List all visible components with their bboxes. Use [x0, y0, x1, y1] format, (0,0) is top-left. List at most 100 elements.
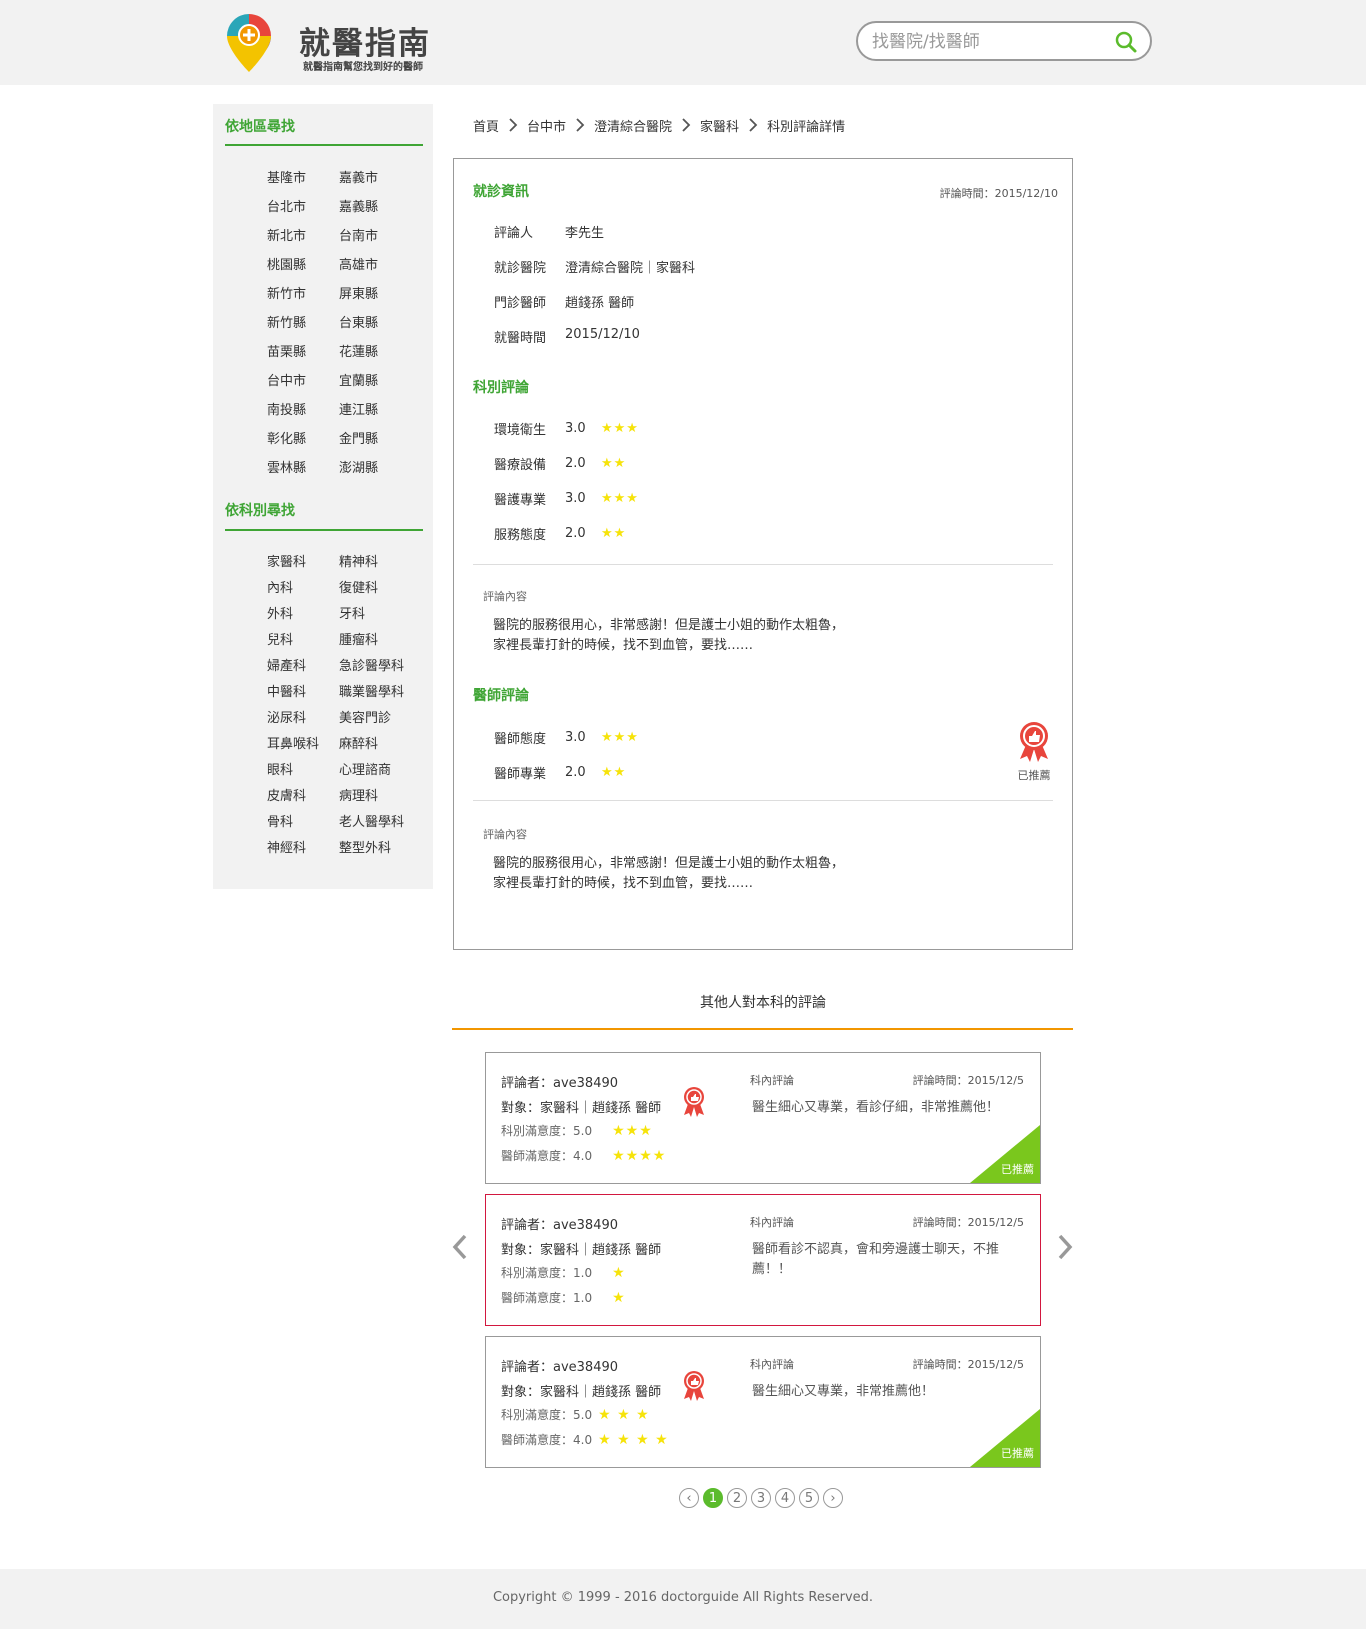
region-link[interactable]: 苗栗縣 — [267, 338, 339, 367]
region-link[interactable]: 彰化縣 — [267, 425, 339, 454]
chevron-right-icon — [672, 118, 700, 132]
review-card[interactable]: 評論者：ave38490 對象：家醫科｜趙錢孫 醫師 科別滿意度：5.0 ★ ★… — [485, 1336, 1041, 1468]
breadcrumb-item[interactable]: 首頁 — [473, 116, 499, 135]
dept-content-label: 評論內容 — [483, 590, 527, 603]
search-icon[interactable] — [1114, 30, 1138, 54]
card-review-text: 醫生細心又專業，看診仔細，非常推薦他！ — [752, 1100, 1000, 1115]
rating-label: 服務態度 — [494, 528, 547, 543]
page-number[interactable]: 1 — [703, 1488, 723, 1508]
card-reviewer: 評論者：ave38490 — [501, 1076, 619, 1091]
dept-link[interactable]: 病理科 — [339, 784, 429, 810]
map-pin-logo-icon[interactable] — [226, 14, 272, 74]
dept-link[interactable]: 職業醫學科 — [339, 680, 429, 706]
dept-link[interactable]: 婦產科 — [267, 654, 339, 680]
breadcrumb-item[interactable]: 台中市 — [527, 116, 566, 135]
dept-link[interactable]: 老人醫學科 — [339, 810, 429, 836]
dept-link[interactable]: 復健科 — [339, 576, 429, 602]
dept-link[interactable]: 整型外科 — [339, 836, 429, 862]
carousel-prev-arrow-icon[interactable] — [449, 1232, 471, 1262]
region-link[interactable]: 金門縣 — [339, 425, 429, 454]
dept-link[interactable]: 皮膚科 — [267, 784, 339, 810]
review-card[interactable]: 評論者：ave38490 對象：家醫科｜趙錢孫 醫師 科別滿意度：1.0 ★ 醫… — [485, 1194, 1041, 1326]
region-link[interactable]: 嘉義縣 — [339, 193, 429, 222]
info-label: 就醫時間 — [494, 331, 547, 346]
region-link[interactable]: 台中市 — [267, 367, 339, 396]
recommended-badge: 已推薦 — [1009, 721, 1059, 783]
page-number[interactable]: 5 — [799, 1488, 819, 1508]
star-icons: ★ ★ ★ ★ — [598, 1431, 669, 1448]
review-card[interactable]: 評論者：ave38490 對象：家醫科｜趙錢孫 醫師 科別滿意度：5.0 ★★★… — [485, 1052, 1041, 1184]
dept-rating-row: 醫護專業 3.0 ★★★ — [494, 489, 639, 508]
breadcrumb-item[interactable]: 家醫科 — [700, 116, 739, 135]
region-link[interactable]: 新竹市 — [267, 280, 339, 309]
dept-link[interactable]: 麻醉科 — [339, 732, 429, 758]
region-link[interactable]: 屏東縣 — [339, 280, 429, 309]
region-link[interactable]: 台東縣 — [339, 309, 429, 338]
dept-link[interactable]: 心理諮商 — [339, 758, 429, 784]
dept-link[interactable]: 美容門診 — [339, 706, 429, 732]
region-link[interactable]: 連江縣 — [339, 396, 429, 425]
region-link[interactable]: 高雄市 — [339, 251, 429, 280]
info-label: 評論人 — [494, 226, 534, 241]
rating-value: 3.0 — [565, 730, 586, 745]
dept-link[interactable]: 腫瘤科 — [339, 628, 429, 654]
rating-label: 醫療設備 — [494, 458, 547, 473]
recommended-label: 已推薦 — [1017, 769, 1051, 782]
dept-link[interactable]: 兒科 — [267, 628, 339, 654]
score-text: 科別滿意度：5.0 — [501, 1408, 593, 1422]
page-number[interactable]: 4 — [775, 1488, 795, 1508]
region-link[interactable]: 花蓮縣 — [339, 338, 429, 367]
region-link[interactable]: 嘉義市 — [339, 164, 429, 193]
review-time: 評論時間：2015/12/10 — [939, 187, 1058, 200]
page-number[interactable]: 3 — [751, 1488, 771, 1508]
site-footer: Copyright © 1999 - 2016 doctorguide All … — [0, 1569, 1366, 1629]
region-link[interactable]: 桃園縣 — [267, 251, 339, 280]
page-number[interactable]: 2 — [727, 1488, 747, 1508]
breadcrumb-item[interactable]: 澄清綜合醫院 — [594, 116, 672, 135]
region-link[interactable]: 澎湖縣 — [339, 454, 429, 483]
dept-link[interactable]: 骨科 — [267, 810, 339, 836]
page-next-icon[interactable]: › — [823, 1488, 843, 1508]
award-ribbon-icon — [1020, 722, 1048, 762]
dept-link[interactable]: 耳鼻喉科 — [267, 732, 339, 758]
page-prev-icon[interactable]: ‹ — [679, 1488, 699, 1508]
dept-link[interactable]: 中醫科 — [267, 680, 339, 706]
card-doctor-score: 醫師滿意度：1.0 ★ — [501, 1289, 626, 1306]
dept-link[interactable]: 泌尿科 — [267, 706, 339, 732]
dept-link[interactable]: 眼科 — [267, 758, 339, 784]
pagination: ‹ 1 2 3 4 5 › — [679, 1488, 843, 1508]
star-icons: ★★ — [601, 526, 627, 541]
region-link[interactable]: 新竹縣 — [267, 309, 339, 338]
region-link[interactable]: 新北市 — [267, 222, 339, 251]
search-input[interactable] — [872, 30, 1102, 54]
dept-link[interactable]: 牙科 — [339, 602, 429, 628]
doctor-rating-row: 醫師態度 3.0 ★★★ — [494, 728, 639, 747]
info-row-doctor: 門診醫師 趙錢孫 醫師 — [494, 292, 634, 311]
dept-link[interactable]: 神經科 — [267, 836, 339, 862]
dept-link[interactable]: 精神科 — [339, 550, 429, 576]
dept-link[interactable]: 家醫科 — [267, 550, 339, 576]
brand-title[interactable]: 就醫指南 — [299, 18, 431, 63]
dept-rating-row: 醫療設備 2.0 ★★ — [494, 454, 626, 473]
region-title-underline — [225, 144, 423, 146]
region-link[interactable]: 南投縣 — [267, 396, 339, 425]
region-link[interactable]: 宜蘭縣 — [339, 367, 429, 396]
rating-value: 2.0 — [565, 526, 586, 541]
rating-value: 2.0 — [565, 765, 586, 780]
card-review-label: 科內評論 — [750, 1358, 794, 1371]
star-icons: ★★★★ — [612, 1147, 667, 1164]
star-icons: ★★★ — [612, 1122, 653, 1139]
region-link[interactable]: 基隆市 — [267, 164, 339, 193]
region-link[interactable]: 台北市 — [267, 193, 339, 222]
rating-label: 醫師專業 — [494, 767, 547, 782]
doctor-review-title: 醫師評論 — [473, 688, 529, 704]
dept-link[interactable]: 內科 — [267, 576, 339, 602]
info-value: 2015/12/10 — [565, 327, 640, 342]
dept-link[interactable]: 急診醫學科 — [339, 654, 429, 680]
dept-link[interactable]: 外科 — [267, 602, 339, 628]
region-link[interactable]: 雲林縣 — [267, 454, 339, 483]
card-target: 對象：家醫科｜趙錢孫 醫師 — [501, 1243, 662, 1258]
star-icons: ★ — [612, 1289, 626, 1306]
region-link[interactable]: 台南市 — [339, 222, 429, 251]
carousel-next-arrow-icon[interactable] — [1054, 1232, 1076, 1262]
